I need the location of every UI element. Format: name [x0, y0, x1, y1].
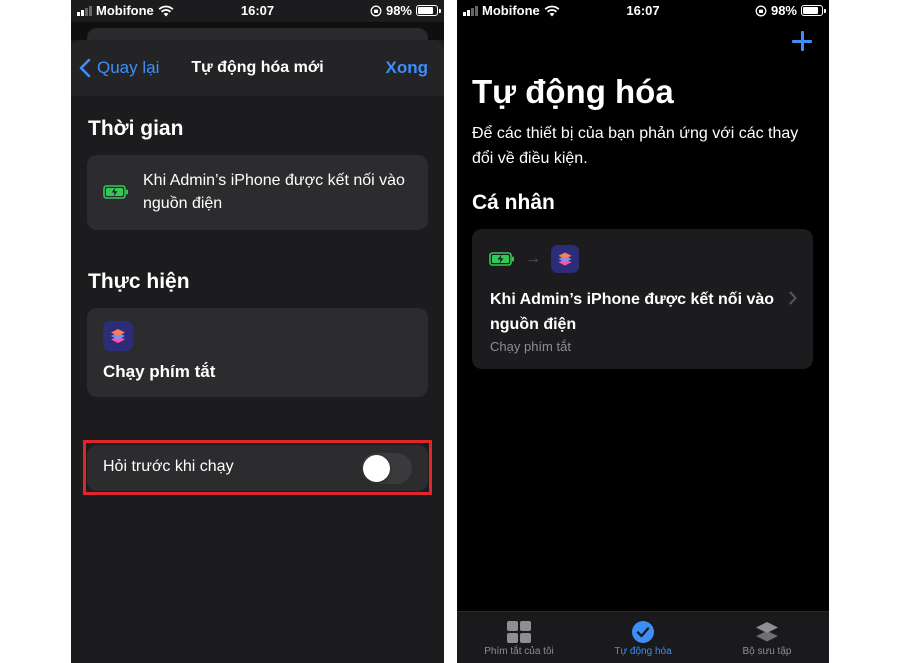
trigger-text: Khi Admin’s iPhone được kết nối vào nguồ…	[143, 172, 405, 212]
orientation-lock-icon	[755, 5, 767, 16]
battery-icon	[801, 5, 826, 16]
tab-gallery[interactable]: Bộ sưu tập	[705, 612, 829, 663]
grid-icon	[507, 621, 531, 643]
chevron-right-icon	[789, 291, 797, 305]
tab-bar: Phím tắt của tôi Tự động hóa Bộ sưu tập	[457, 611, 829, 663]
trigger-section-title: Thời gian	[88, 117, 184, 140]
tab-label: Phím tắt của tôi	[484, 646, 554, 657]
trigger-card[interactable]: Khi Admin’s iPhone được kết nối vào nguồ…	[87, 155, 428, 230]
navigation-bar: Quay lại Tự động hóa mới Xong	[71, 40, 444, 96]
left-phone-screen: Mobifone 16:07 98% Quay lại Tự động hóa …	[71, 0, 444, 663]
background-sheet	[71, 22, 444, 42]
highlight-annotation-box	[83, 440, 432, 495]
action-section-title: Thực hiện	[88, 270, 190, 293]
battery-charging-icon	[103, 185, 128, 199]
orientation-lock-icon	[370, 5, 382, 16]
battery-percent: 98%	[770, 3, 797, 18]
battery-icon	[416, 5, 441, 16]
done-button[interactable]: Xong	[386, 58, 429, 78]
add-automation-button[interactable]	[791, 30, 813, 52]
battery-charging-icon	[489, 252, 514, 266]
status-bar: Mobifone 16:07 98%	[457, 0, 829, 22]
personal-group-title: Cá nhân	[472, 191, 555, 214]
page-subtitle: Để các thiết bị của bạn phản ứng với các…	[472, 125, 799, 167]
automation-title: Khi Admin’s iPhone được kết nối vào nguồ…	[490, 291, 775, 333]
new-automation-sheet: Quay lại Tự động hóa mới Xong Thời gian …	[71, 40, 444, 663]
right-phone-screen: Mobifone 16:07 98% Tự động hóa Để các th…	[457, 0, 829, 663]
automation-item[interactable]: → Khi Admin’s iPhone được kết nối vào ng…	[472, 229, 813, 369]
layers-icon	[756, 622, 778, 642]
action-label: Chạy phím tắt	[103, 362, 216, 381]
page-title: Tự động hóa	[472, 73, 674, 110]
battery-percent: 98%	[385, 3, 412, 18]
shortcuts-icon	[551, 245, 579, 273]
clock-check-icon	[632, 621, 654, 643]
tab-label: Tự động hóa	[614, 646, 672, 657]
tab-automation[interactable]: Tự động hóa	[581, 612, 705, 663]
arrow-right-icon: →	[525, 250, 541, 267]
tab-label: Bộ sưu tập	[742, 646, 792, 657]
automation-subtitle: Chạy phím tắt	[490, 339, 571, 354]
action-card[interactable]: Chạy phím tắt	[87, 308, 428, 397]
shortcuts-icon	[103, 321, 133, 351]
tab-my-shortcuts[interactable]: Phím tắt của tôi	[457, 612, 581, 663]
status-bar: Mobifone 16:07 98%	[71, 0, 444, 22]
